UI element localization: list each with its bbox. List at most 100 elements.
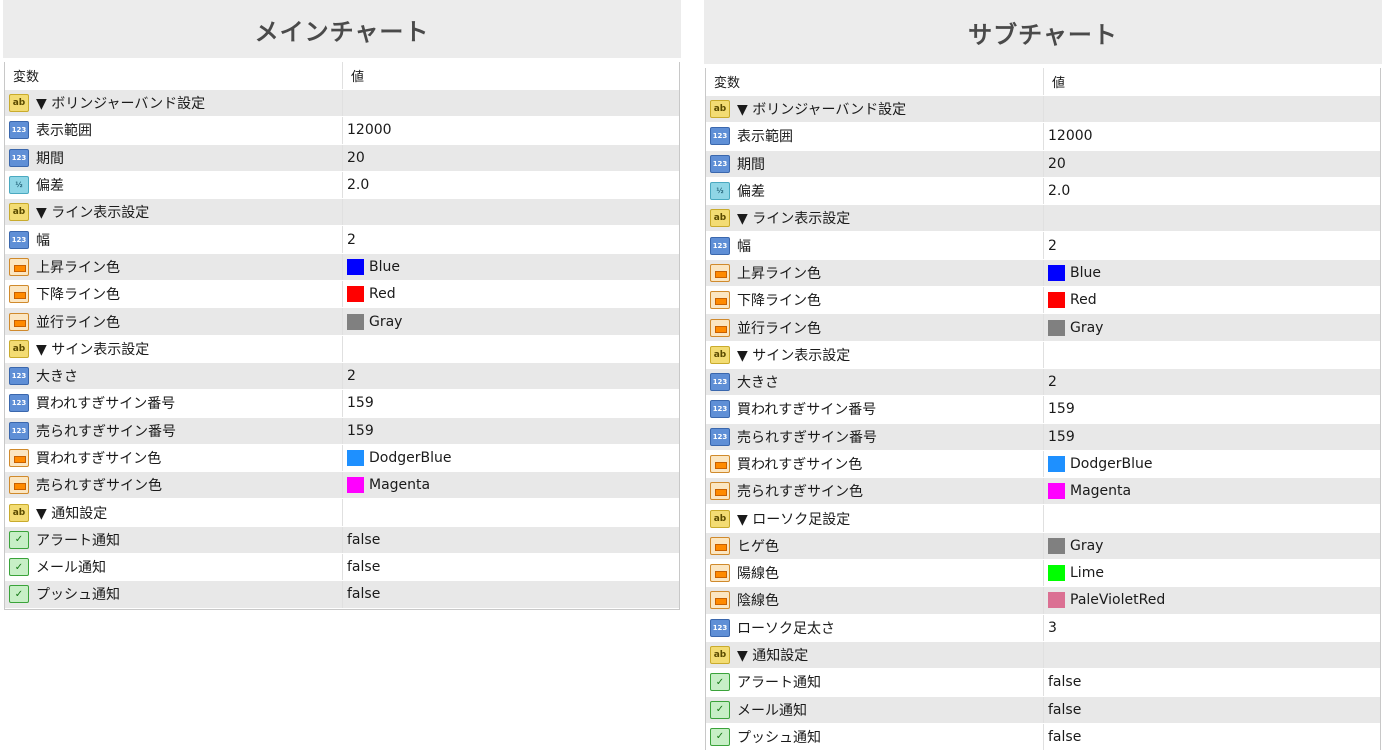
- parameter-name-cell[interactable]: 下降ライン色: [5, 281, 343, 308]
- parameter-row[interactable]: 売られすぎサイン色 Magenta: [706, 478, 1380, 506]
- parameter-name-cell[interactable]: 123 売られすぎサイン番号: [706, 423, 1044, 450]
- parameter-name-cell[interactable]: ✓ アラート通知: [706, 669, 1044, 696]
- parameter-row[interactable]: 123 売られすぎサイン番号 159: [5, 417, 679, 445]
- parameter-value-cell[interactable]: [1044, 342, 1380, 368]
- parameter-row[interactable]: 123 期間 20: [706, 150, 1380, 178]
- parameter-name-cell[interactable]: 123 買われすぎサイン番号: [706, 396, 1044, 423]
- parameter-value-cell[interactable]: false: [1044, 669, 1380, 695]
- parameter-name-cell[interactable]: ✓ プッシュ通知: [706, 723, 1044, 750]
- parameter-value-cell[interactable]: Lime: [1044, 560, 1380, 586]
- parameter-value-cell[interactable]: false: [1044, 724, 1380, 750]
- parameter-value-cell[interactable]: 20: [343, 145, 679, 171]
- parameter-name-cell[interactable]: ab ▼ 通知設定: [706, 641, 1044, 669]
- column-header-variable[interactable]: 変数: [5, 62, 343, 89]
- parameter-name-cell[interactable]: ab ▼ ボリンジャーバンド設定: [706, 96, 1044, 123]
- parameter-row[interactable]: ✓ アラート通知 false: [5, 526, 679, 555]
- parameter-row[interactable]: 123 幅 2: [5, 226, 679, 254]
- parameter-row[interactable]: ✓ アラート通知 false: [706, 669, 1380, 697]
- parameter-row[interactable]: 123 期間 20: [5, 144, 679, 172]
- section-row[interactable]: ab ▼ 通知設定: [706, 641, 1380, 670]
- section-row[interactable]: ab ▼ ボリンジャーバンド設定: [706, 96, 1380, 124]
- column-header-variable[interactable]: 変数: [706, 68, 1044, 95]
- parameter-value-cell[interactable]: false: [343, 554, 679, 580]
- parameter-name-cell[interactable]: 123 幅: [706, 232, 1044, 259]
- parameter-value-cell[interactable]: Blue: [1044, 260, 1380, 286]
- parameter-value-cell[interactable]: [1044, 96, 1380, 122]
- parameter-name-cell[interactable]: 買われすぎサイン色: [706, 450, 1044, 478]
- parameter-row[interactable]: 買われすぎサイン色 DodgerBlue: [706, 450, 1380, 479]
- parameter-name-cell[interactable]: ✓ アラート通知: [5, 526, 343, 554]
- parameter-name-cell[interactable]: 下降ライン色: [706, 287, 1044, 314]
- section-row[interactable]: ab ▼ ローソク足設定: [706, 505, 1380, 533]
- parameter-value-cell[interactable]: Blue: [343, 254, 679, 280]
- parameter-value-cell[interactable]: 159: [343, 390, 679, 416]
- parameter-value-cell[interactable]: Red: [343, 281, 679, 307]
- parameter-name-cell[interactable]: ab ▼ ボリンジャーバンド設定: [5, 90, 343, 117]
- parameter-name-cell[interactable]: ½ 偏差: [5, 171, 343, 199]
- parameter-value-cell[interactable]: 20: [1044, 151, 1380, 177]
- parameter-row[interactable]: ✓ プッシュ通知 false: [5, 581, 679, 609]
- parameter-value-cell[interactable]: 2: [1044, 369, 1380, 395]
- column-header-value[interactable]: 値: [1044, 68, 1380, 95]
- parameter-row[interactable]: ½ 偏差 2.0: [706, 177, 1380, 206]
- parameter-row[interactable]: 123 売られすぎサイン番号 159: [706, 423, 1380, 451]
- parameter-row[interactable]: 123 買われすぎサイン番号 159: [5, 390, 679, 418]
- section-row[interactable]: ab ▼ サイン表示設定: [706, 341, 1380, 369]
- parameter-name-cell[interactable]: ✓ メール通知: [706, 696, 1044, 723]
- parameter-value-cell[interactable]: false: [1044, 697, 1380, 723]
- parameter-value-cell[interactable]: [1044, 505, 1380, 531]
- parameter-name-cell[interactable]: 123 大きさ: [5, 362, 343, 390]
- parameter-value-cell[interactable]: 159: [343, 418, 679, 444]
- parameter-row[interactable]: 売られすぎサイン色 Magenta: [5, 472, 679, 500]
- parameter-value-cell[interactable]: 12000: [1044, 123, 1380, 149]
- parameter-name-cell[interactable]: ½ 偏差: [706, 177, 1044, 205]
- parameter-row[interactable]: 下降ライン色 Red: [5, 281, 679, 309]
- parameter-name-cell[interactable]: 123 ローソク足太さ: [706, 614, 1044, 641]
- parameter-value-cell[interactable]: Magenta: [343, 472, 679, 498]
- parameter-name-cell[interactable]: ab ▼ サイン表示設定: [706, 341, 1044, 368]
- parameter-value-cell[interactable]: DodgerBlue: [343, 445, 679, 471]
- section-row[interactable]: ab ▼ サイン表示設定: [5, 335, 679, 363]
- parameter-value-cell[interactable]: Magenta: [1044, 478, 1380, 504]
- parameter-row[interactable]: ✓ メール通知 false: [5, 554, 679, 582]
- parameter-name-cell[interactable]: ✓ プッシュ通知: [5, 581, 343, 608]
- section-row[interactable]: ab ▼ ライン表示設定: [706, 205, 1380, 233]
- parameter-name-cell[interactable]: 上昇ライン色: [5, 253, 343, 281]
- section-row[interactable]: ab ▼ ライン表示設定: [5, 199, 679, 227]
- parameter-value-cell[interactable]: 2: [1044, 232, 1380, 258]
- parameter-value-cell[interactable]: Red: [1044, 287, 1380, 313]
- parameter-value-cell[interactable]: DodgerBlue: [1044, 451, 1380, 477]
- parameter-value-cell[interactable]: false: [343, 581, 679, 607]
- parameter-row[interactable]: 上昇ライン色 Blue: [5, 253, 679, 282]
- parameter-value-cell[interactable]: [1044, 642, 1380, 668]
- parameter-value-cell[interactable]: 159: [1044, 396, 1380, 422]
- parameter-name-cell[interactable]: 上昇ライン色: [706, 259, 1044, 287]
- parameter-value-cell[interactable]: PaleVioletRed: [1044, 587, 1380, 613]
- parameter-value-cell[interactable]: [343, 336, 679, 362]
- parameter-row[interactable]: 123 表示範囲 12000: [5, 117, 679, 145]
- parameter-row[interactable]: 123 幅 2: [706, 232, 1380, 260]
- parameter-value-cell[interactable]: Gray: [1044, 314, 1380, 340]
- parameter-name-cell[interactable]: 並行ライン色: [5, 308, 343, 335]
- parameter-row[interactable]: 123 買われすぎサイン番号 159: [706, 396, 1380, 424]
- parameter-value-cell[interactable]: [343, 199, 679, 225]
- parameter-row[interactable]: 並行ライン色 Gray: [5, 308, 679, 336]
- parameter-row[interactable]: ½ 偏差 2.0: [5, 171, 679, 200]
- parameter-row[interactable]: 123 大きさ 2: [706, 368, 1380, 397]
- parameter-value-cell[interactable]: 2.0: [1044, 178, 1380, 204]
- parameter-name-cell[interactable]: 陰線色: [706, 587, 1044, 614]
- parameter-name-cell[interactable]: 123 幅: [5, 226, 343, 253]
- parameter-value-cell[interactable]: [343, 499, 679, 525]
- parameter-name-cell[interactable]: 123 表示範囲: [5, 117, 343, 144]
- parameter-name-cell[interactable]: 買われすぎサイン色: [5, 444, 343, 472]
- parameter-value-cell[interactable]: Gray: [343, 308, 679, 334]
- parameter-name-cell[interactable]: ab ▼ 通知設定: [5, 499, 343, 526]
- parameter-row[interactable]: 上昇ライン色 Blue: [706, 259, 1380, 288]
- parameter-name-cell[interactable]: 売られすぎサイン色: [5, 472, 343, 499]
- parameter-value-cell[interactable]: 2.0: [343, 172, 679, 198]
- parameter-row[interactable]: 並行ライン色 Gray: [706, 314, 1380, 342]
- parameter-row[interactable]: 123 大きさ 2: [5, 362, 679, 391]
- parameter-value-cell[interactable]: [1044, 205, 1380, 231]
- parameter-name-cell[interactable]: ab ▼ ライン表示設定: [706, 205, 1044, 232]
- parameter-name-cell[interactable]: ヒゲ色: [706, 532, 1044, 560]
